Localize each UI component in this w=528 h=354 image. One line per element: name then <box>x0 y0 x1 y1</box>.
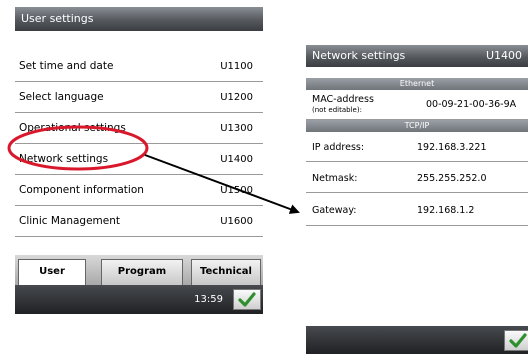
user-settings-titlebar: User settings <box>15 7 263 31</box>
network-settings-screen: Network settings U1400 Ethernet MAC-addr… <box>306 45 528 354</box>
netmask-label: Netmask: <box>312 173 358 184</box>
menu-item-set-time-and-date[interactable]: Set time and date U1100 <box>15 51 263 82</box>
tab-technical[interactable]: Technical <box>191 259 261 285</box>
ip-address-label: IP address: <box>312 142 365 153</box>
mac-address-sublabel: (not editable): <box>312 106 362 114</box>
check-icon <box>509 333 527 348</box>
user-settings-title: User settings <box>21 12 94 25</box>
ip-address-value: 192.168.3.221 <box>417 142 487 153</box>
menu-item-code: U1300 <box>220 123 253 134</box>
menu-item-component-information[interactable]: Component information U1500 <box>15 175 263 206</box>
menu-item-label: Clinic Management <box>19 215 121 227</box>
menu-item-label: Component information <box>19 184 144 196</box>
user-settings-screen: User settings Set time and date U1100 Se… <box>15 7 263 314</box>
menu-item-select-language[interactable]: Select language U1200 <box>15 82 263 113</box>
menu-item-code: U1100 <box>220 61 253 72</box>
menu-item-label: Operational settings <box>19 122 126 134</box>
menu-item-label: Set time and date <box>19 60 114 72</box>
mac-address-label: MAC-address <box>312 94 374 105</box>
menu-item-clinic-management[interactable]: Clinic Management U1600 <box>15 206 263 237</box>
confirm-button[interactable] <box>233 289 261 310</box>
confirm-button[interactable] <box>504 330 528 351</box>
ip-address-row[interactable]: IP address: 192.168.3.221 <box>306 132 528 162</box>
user-settings-menu: Set time and date U1100 Select language … <box>15 51 263 237</box>
menu-item-code: U1400 <box>220 154 253 165</box>
gateway-label: Gateway: <box>312 205 357 216</box>
menu-item-network-settings[interactable]: Network settings U1400 <box>15 144 263 175</box>
clock: 13:59 <box>194 294 223 305</box>
status-bar <box>306 326 528 354</box>
check-icon <box>238 292 256 307</box>
network-settings-code: U1400 <box>485 49 522 62</box>
tab-program[interactable]: Program <box>101 259 183 285</box>
menu-item-code: U1500 <box>220 185 253 196</box>
netmask-value: 255.255.252.0 <box>417 173 487 184</box>
network-settings-titlebar: Network settings U1400 <box>306 45 528 67</box>
tcpip-section-header: TCP/IP <box>306 120 528 132</box>
tab-bar: User Program Technical <box>15 255 263 286</box>
network-settings-title: Network settings <box>312 49 406 62</box>
mac-address-value: 00-09-21-00-36-9A <box>426 99 517 110</box>
menu-item-operational-settings[interactable]: Operational settings U1300 <box>15 113 263 144</box>
mac-address-row: MAC-address (not editable): 00-09-21-00-… <box>306 90 528 120</box>
tab-user[interactable]: User <box>18 259 86 286</box>
gateway-row[interactable]: Gateway: 192.168.1.2 <box>306 193 528 226</box>
menu-item-label: Select language <box>19 91 104 103</box>
status-bar: 13:59 <box>15 285 263 314</box>
netmask-row[interactable]: Netmask: 255.255.252.0 <box>306 162 528 193</box>
menu-item-label: Network settings <box>19 153 109 165</box>
menu-item-code: U1200 <box>220 92 253 103</box>
gateway-value: 192.168.1.2 <box>417 205 475 216</box>
ethernet-section-header: Ethernet <box>306 78 528 90</box>
menu-item-code: U1600 <box>220 216 253 227</box>
